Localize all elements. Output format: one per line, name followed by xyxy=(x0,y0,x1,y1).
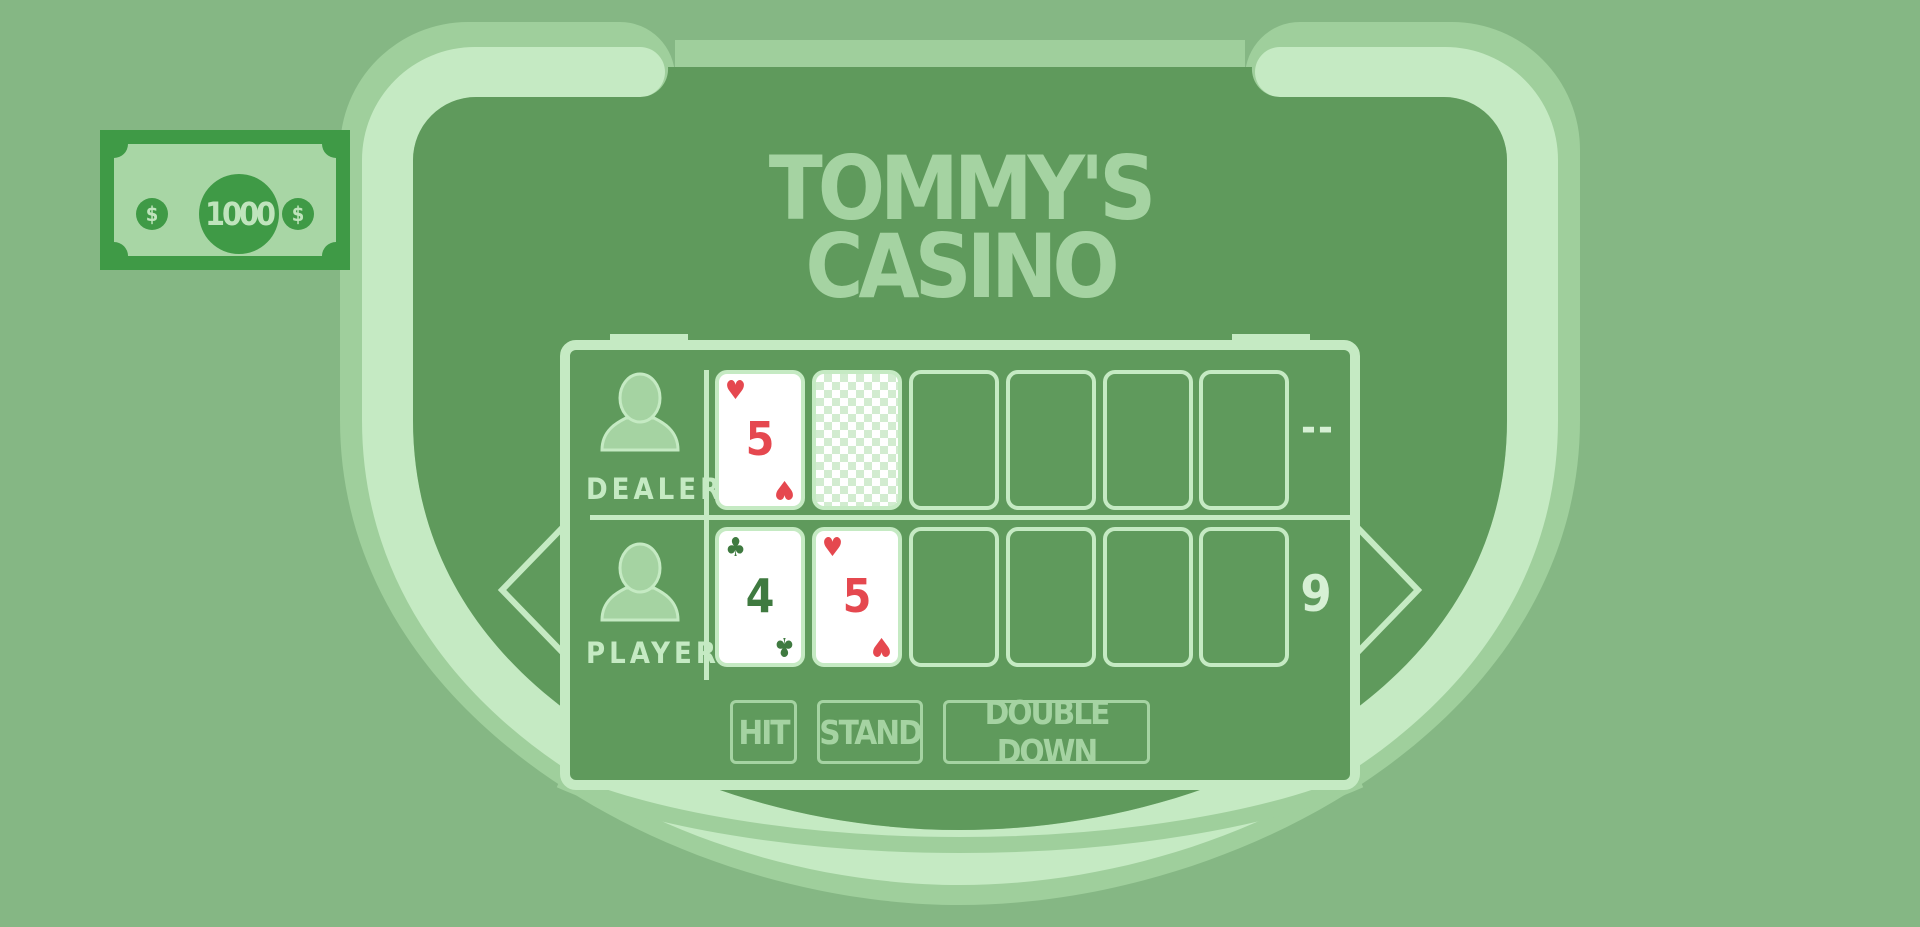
dealer-card-slot-3 xyxy=(909,370,999,510)
double-down-button[interactable]: DOUBLE DOWN xyxy=(943,693,1150,771)
heart-icon: ♥ xyxy=(774,474,795,504)
row-header-divider xyxy=(704,370,709,680)
heart-icon: ♥ xyxy=(822,533,843,563)
player-card-slot-3 xyxy=(909,527,999,667)
heart-icon: ♥ xyxy=(725,376,746,406)
dealer-score: -- xyxy=(1301,405,1335,451)
player-card-1: ♣ 4 ♣ xyxy=(715,527,805,667)
player-score: 9 xyxy=(1300,565,1332,623)
club-icon: ♣ xyxy=(774,631,795,661)
player-card-slot-5 xyxy=(1103,527,1193,667)
dealer-card-2-facedown xyxy=(812,370,902,510)
dealer-card-slot-4 xyxy=(1006,370,1096,510)
stand-button[interactable]: STAND xyxy=(817,700,923,764)
bankroll-bill: $ 1000 $ xyxy=(100,130,350,270)
dollar-icon: $ xyxy=(136,198,168,230)
dealer-avatar-icon xyxy=(600,372,680,452)
dealer-card-slot-6 xyxy=(1199,370,1289,510)
hit-button[interactable]: HIT xyxy=(730,700,797,764)
bankroll-amount: 1000 xyxy=(199,174,279,254)
dealer-card-slot-5 xyxy=(1103,370,1193,510)
dealer-player-divider xyxy=(590,515,1350,520)
card-rank: 4 xyxy=(745,569,775,623)
card-rank: 5 xyxy=(745,412,775,466)
card-rank: 5 xyxy=(842,569,872,623)
player-card-2: ♥ 5 ♥ xyxy=(812,527,902,667)
player-label: PLAYER xyxy=(586,636,720,670)
player-card-slot-4 xyxy=(1006,527,1096,667)
club-icon: ♣ xyxy=(725,533,746,563)
player-avatar-icon xyxy=(600,542,680,622)
casino-title: TOMMY'S CASINO xyxy=(760,145,1160,318)
dollar-icon: $ xyxy=(282,198,314,230)
dealer-label: DEALER xyxy=(586,472,725,506)
dealer-card-1: ♥ 5 ♥ xyxy=(715,370,805,510)
heart-icon: ♥ xyxy=(871,631,892,661)
player-card-slot-6 xyxy=(1199,527,1289,667)
casino-title-line2: CASINO xyxy=(805,215,1119,318)
